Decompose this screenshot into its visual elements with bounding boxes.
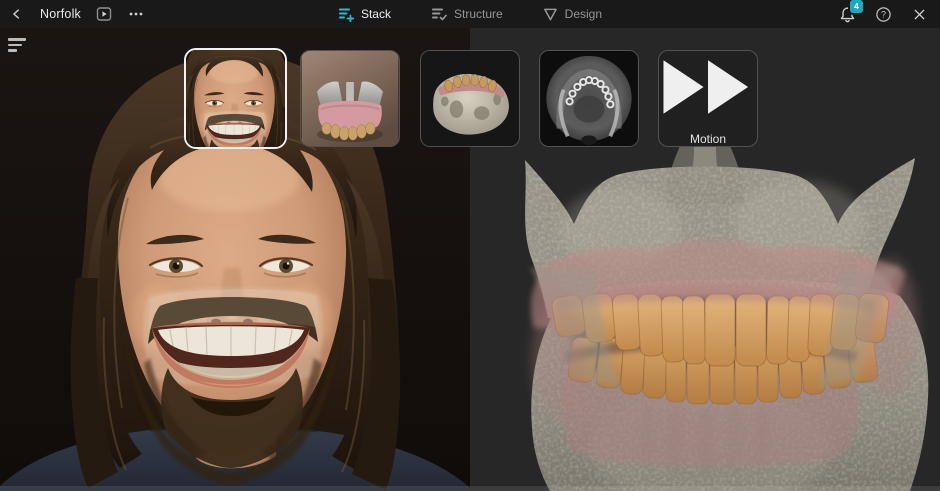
app-window: Norfolk Stack [0,0,940,491]
ellipsis-icon [128,6,144,22]
layers-menu-button[interactable] [8,38,26,55]
fast-forward-icon [659,51,757,123]
list-check-icon [431,6,447,22]
thumbnail-ct-axial-slice[interactable] [539,50,639,147]
bottom-scrub-bar[interactable] [0,486,940,491]
tab-structure-label: Structure [454,7,503,21]
thumbnail-motion[interactable]: Motion [658,50,758,147]
tab-stack-label: Stack [361,7,391,21]
jaw-bone-model-thumb [421,51,519,146]
close-icon [912,7,927,22]
upper-arch-scan-thumb [301,51,399,146]
top-bar: Norfolk Stack [0,0,940,28]
case-title: Norfolk [40,7,81,21]
tab-structure[interactable]: Structure [431,6,503,22]
help-button[interactable]: ? [874,5,892,23]
tab-design[interactable]: Design [543,7,602,22]
tab-stack[interactable]: Stack [338,6,391,22]
svg-text:?: ? [881,9,886,19]
close-button[interactable] [910,5,928,23]
chevron-left-icon [10,7,24,21]
thumbnail-upper-arch-scan[interactable] [300,50,400,147]
back-button[interactable] [8,5,26,23]
stack-plus-icon [338,6,354,22]
tab-design-label: Design [565,7,602,21]
play-window-icon [96,6,112,22]
present-button[interactable] [95,5,113,23]
face-photo-thumb [186,50,285,147]
layers-menu-icon [8,38,26,41]
help-icon: ? [875,6,892,23]
notification-count-badge: 4 [850,0,863,13]
ct-axial-slice-thumb [540,51,638,146]
notifications-button[interactable]: 4 [838,5,856,23]
mode-tabs: Stack Structure Design [338,6,602,22]
thumbnail-face-photo[interactable] [184,48,287,149]
motion-label: Motion [690,132,726,146]
thumbnail-jaw-bone-model[interactable] [420,50,520,147]
nabla-icon [543,7,558,22]
more-options-button[interactable] [127,5,145,23]
